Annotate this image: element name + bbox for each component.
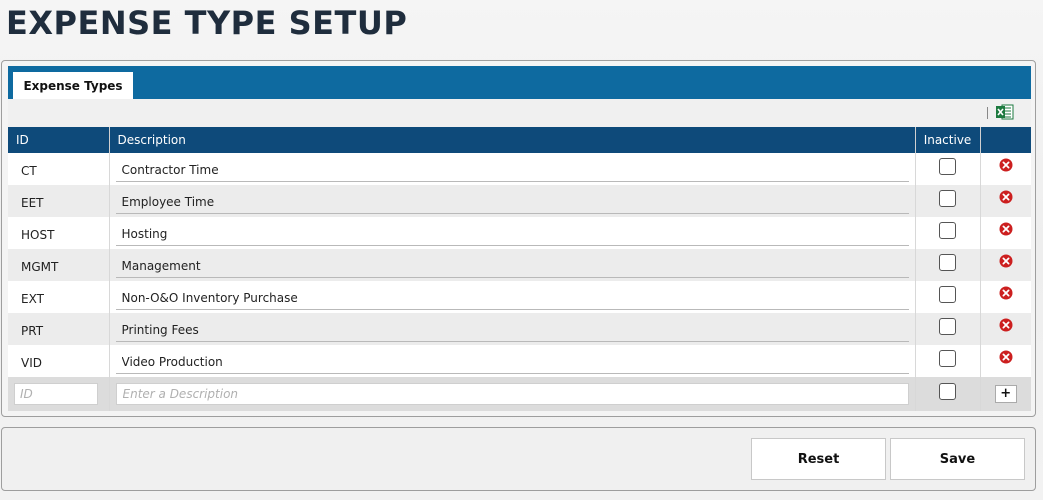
table-row: EXT: [8, 281, 1031, 313]
reset-button[interactable]: Reset: [751, 438, 886, 480]
tab-expense-types[interactable]: Expense Types: [13, 72, 133, 99]
row-description-cell: [109, 185, 916, 217]
row-description-cell: [109, 281, 916, 313]
tab-bar: Expense Types: [8, 66, 1031, 99]
table-row: CT: [8, 153, 1031, 185]
delete-row-icon[interactable]: [999, 158, 1013, 172]
row-id: VID: [8, 345, 110, 377]
expense-types-panel: Expense Types ID Description Inactive CT…: [1, 60, 1036, 417]
new-description-cell: [109, 377, 916, 411]
new-inactive-cell: [915, 377, 981, 411]
row-description-input[interactable]: [115, 222, 909, 246]
footer-actions: Reset Save: [1, 427, 1036, 491]
delete-row-icon[interactable]: [999, 222, 1013, 236]
delete-row-icon[interactable]: [999, 318, 1013, 332]
row-delete-cell: [980, 345, 1031, 377]
row-inactive-cell: [915, 281, 981, 313]
save-button[interactable]: Save: [890, 438, 1025, 480]
row-description-cell: [109, 153, 916, 185]
row-description-cell: [109, 313, 916, 345]
new-id-input[interactable]: [14, 383, 98, 405]
row-delete-cell: [980, 249, 1031, 281]
row-delete-cell: [980, 185, 1031, 217]
row-inactive-cell: [915, 217, 981, 249]
row-inactive-checkbox[interactable]: [939, 222, 956, 239]
row-id: EXT: [8, 281, 110, 313]
table-body: CTEETHOSTMGMTEXTPRTVID +: [8, 153, 1031, 411]
table-row: PRT: [8, 313, 1031, 345]
row-inactive-checkbox[interactable]: [939, 190, 956, 207]
page-title: EXPENSE TYPE SETUP: [6, 4, 408, 42]
column-header-inactive[interactable]: Inactive: [915, 127, 981, 153]
row-inactive-checkbox[interactable]: [939, 318, 956, 335]
table-header-row: ID Description Inactive: [8, 127, 1031, 153]
row-inactive-cell: [915, 249, 981, 281]
delete-row-icon[interactable]: [999, 350, 1013, 364]
grid-toolbar: [8, 99, 1031, 127]
row-inactive-cell: [915, 185, 981, 217]
table-row: HOST: [8, 217, 1031, 249]
row-inactive-checkbox[interactable]: [939, 286, 956, 303]
row-inactive-cell: [915, 313, 981, 345]
row-description-input[interactable]: [115, 254, 909, 278]
table-row: EET: [8, 185, 1031, 217]
row-description-input[interactable]: [115, 286, 909, 310]
new-description-input[interactable]: [115, 383, 909, 405]
row-description-input[interactable]: [115, 190, 909, 214]
delete-row-icon[interactable]: [999, 254, 1013, 268]
row-id: EET: [8, 185, 110, 217]
row-id: CT: [8, 153, 110, 185]
row-delete-cell: [980, 281, 1031, 313]
new-id-cell: [8, 377, 110, 411]
column-header-description[interactable]: Description: [109, 127, 916, 153]
delete-row-icon[interactable]: [999, 286, 1013, 300]
row-inactive-checkbox[interactable]: [939, 158, 956, 175]
row-delete-cell: [980, 313, 1031, 345]
row-description-input[interactable]: [115, 318, 909, 342]
row-description-cell: [109, 217, 916, 249]
row-id: PRT: [8, 313, 110, 345]
row-description-input[interactable]: [115, 350, 909, 374]
row-inactive-checkbox[interactable]: [939, 350, 956, 367]
column-header-actions: [980, 127, 1031, 153]
column-header-id[interactable]: ID: [8, 127, 110, 153]
row-id: HOST: [8, 217, 110, 249]
table-row: VID: [8, 345, 1031, 377]
delete-row-icon[interactable]: [999, 190, 1013, 204]
row-inactive-cell: [915, 345, 981, 377]
excel-export-icon[interactable]: [996, 104, 1014, 120]
new-add-cell: +: [980, 377, 1031, 411]
add-row-button[interactable]: +: [994, 385, 1017, 403]
row-description-input[interactable]: [115, 158, 909, 182]
row-inactive-checkbox[interactable]: [939, 254, 956, 271]
row-description-cell: [109, 345, 916, 377]
new-entry-row: +: [8, 377, 1031, 411]
row-delete-cell: [980, 153, 1031, 185]
table-row: MGMT: [8, 249, 1031, 281]
row-inactive-cell: [915, 153, 981, 185]
new-inactive-checkbox[interactable]: [939, 383, 956, 400]
row-description-cell: [109, 249, 916, 281]
row-delete-cell: [980, 217, 1031, 249]
toolbar-divider: [987, 107, 988, 119]
expense-types-table: ID Description Inactive CTEETHOSTMGMTEXT…: [8, 127, 1031, 411]
row-id: MGMT: [8, 249, 110, 281]
